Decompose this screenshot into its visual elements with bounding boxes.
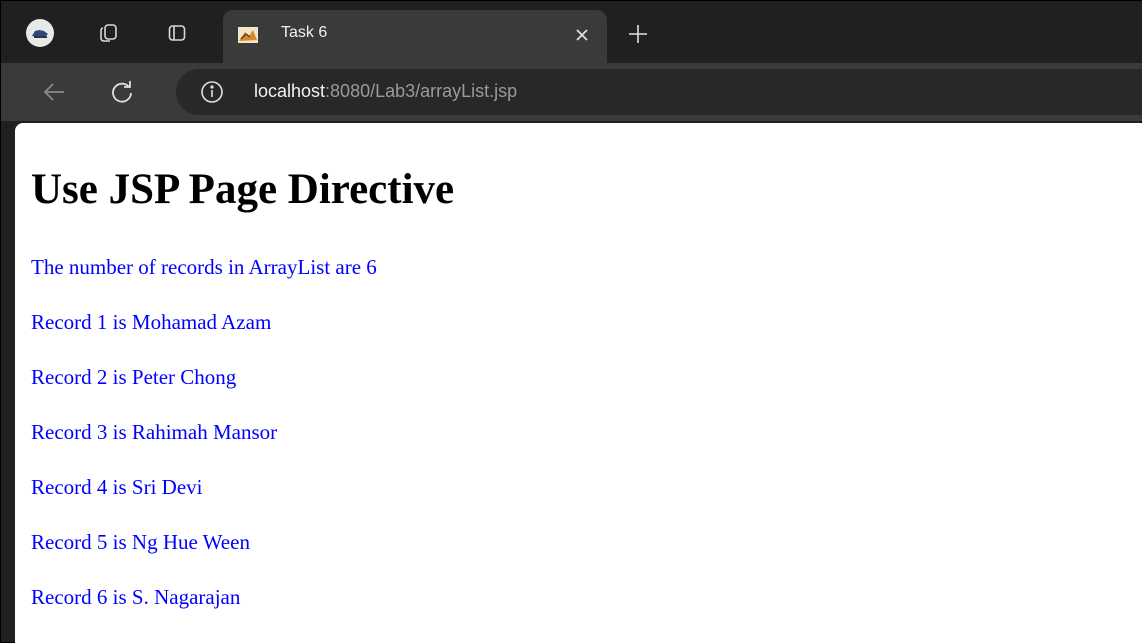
new-tab-icon[interactable]: [627, 23, 649, 45]
page-title: Use JSP Page Directive: [31, 166, 455, 213]
tab-actions-icon[interactable]: [165, 21, 189, 45]
record-line: Record 6 is S. Nagarajan: [31, 585, 241, 609]
info-icon[interactable]: [200, 80, 224, 104]
close-tab-icon[interactable]: [573, 26, 591, 44]
url-text[interactable]: localhost:8080/Lab3/arrayList.jsp: [254, 81, 517, 102]
profile-avatar-icon[interactable]: [26, 19, 54, 47]
record-count-text: The number of records in ArrayList are 6: [31, 255, 377, 279]
record-line: Record 4 is Sri Devi: [31, 475, 203, 499]
record-line: Record 2 is Peter Chong: [31, 365, 237, 389]
tab-task-6[interactable]: Task 6: [223, 10, 607, 63]
back-arrow-icon[interactable]: [41, 79, 67, 105]
browser-window: Task 6 localhost:8080/Lab3/arrayList.jsp…: [0, 0, 1142, 643]
workspaces-icon[interactable]: [97, 21, 121, 45]
reload-icon[interactable]: [109, 79, 135, 105]
tab-strip: Task 6: [1, 1, 1142, 63]
tab-title: Task 6: [281, 24, 328, 41]
page-viewport: Use JSP Page Directive The number of rec…: [15, 123, 1142, 643]
record-line: Record 5 is Ng Hue Ween: [31, 530, 250, 554]
url-host: localhost: [254, 81, 326, 101]
record-line: Record 3 is Rahimah Mansor: [31, 420, 278, 444]
url-path: :8080/Lab3/arrayList.jsp: [325, 81, 518, 101]
tomcat-favicon-icon: [238, 27, 258, 43]
browser-toolbar: localhost:8080/Lab3/arrayList.jsp: [1, 63, 1142, 121]
record-line: Record 1 is Mohamad Azam: [31, 310, 272, 334]
address-bar[interactable]: localhost:8080/Lab3/arrayList.jsp: [176, 69, 1142, 115]
